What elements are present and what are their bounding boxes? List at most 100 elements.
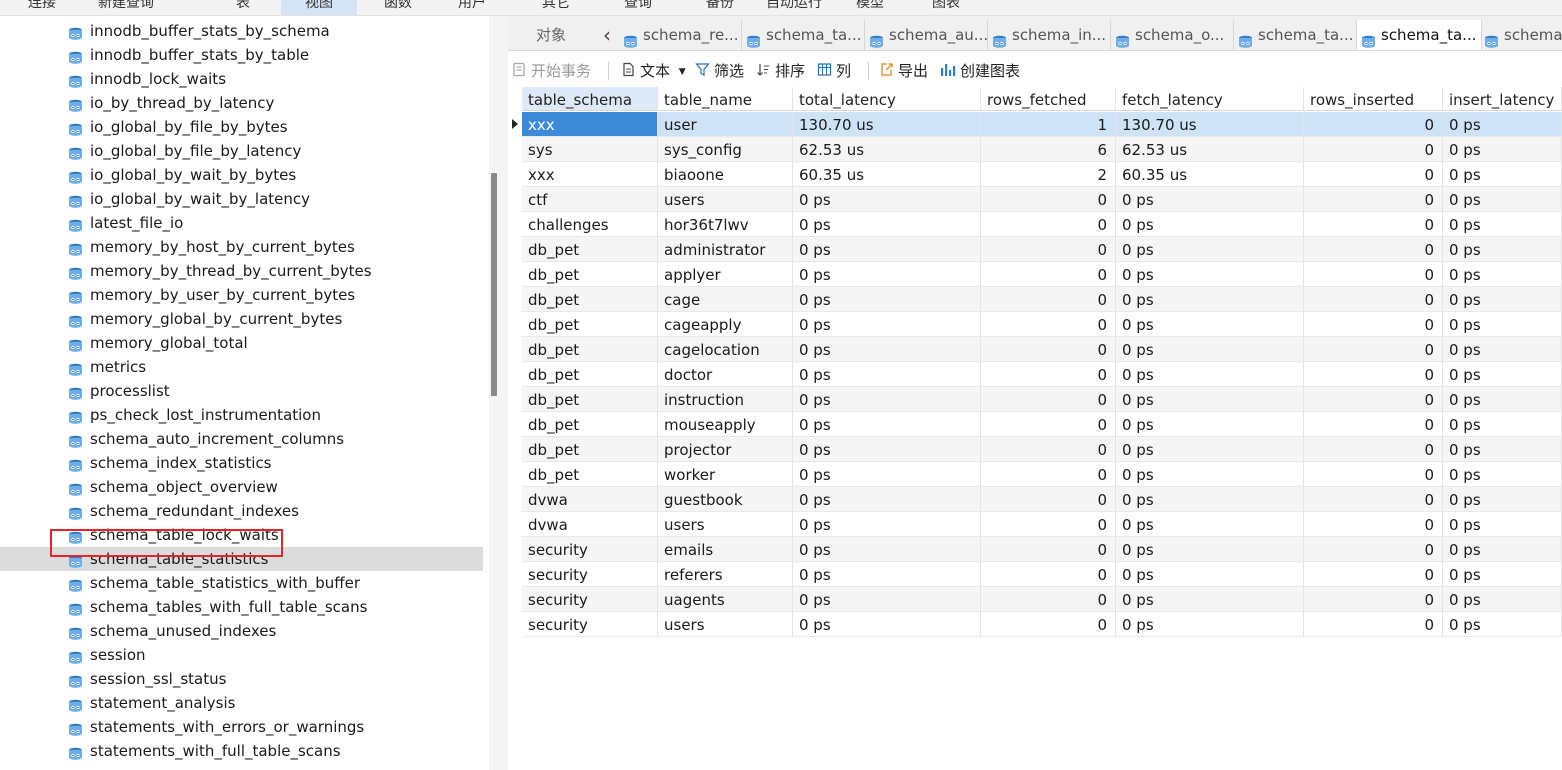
table-cell[interactable]: xxx	[522, 112, 658, 137]
column-header[interactable]: table_schema	[522, 87, 658, 111]
table-cell[interactable]: applyer	[658, 262, 793, 287]
table-cell[interactable]: 0 ps	[1116, 562, 1304, 587]
begin-transaction-button[interactable]: 开始事务	[512, 51, 591, 87]
menu-item[interactable]: 新建查询	[92, 0, 160, 15]
table-cell[interactable]: 2	[981, 162, 1116, 187]
table-cell[interactable]: 0 ps	[793, 612, 981, 637]
table-cell[interactable]: users	[658, 187, 793, 212]
table-cell[interactable]: 0	[981, 212, 1116, 237]
table-cell[interactable]: 0 ps	[1443, 287, 1562, 312]
table-cell[interactable]: 0 ps	[1116, 437, 1304, 462]
table-cell[interactable]: worker	[658, 462, 793, 487]
table-cell[interactable]: uagents	[658, 587, 793, 612]
table-cell[interactable]: 0	[981, 612, 1116, 637]
table-cell[interactable]: users	[658, 612, 793, 637]
column-header[interactable]: fetch_latency	[1116, 87, 1304, 111]
table-cell[interactable]: 60.35 us	[793, 162, 981, 187]
table-cell[interactable]: 0 ps	[1443, 462, 1562, 487]
tab-objects[interactable]: 对象	[508, 20, 594, 50]
table-cell[interactable]: 0 ps	[1443, 587, 1562, 612]
table-cell[interactable]: 0	[1304, 512, 1443, 537]
table-cell[interactable]: 0	[981, 337, 1116, 362]
table-cell[interactable]: db_pet	[522, 312, 658, 337]
table-cell[interactable]: 0	[981, 512, 1116, 537]
column-header[interactable]: table_name	[658, 87, 793, 111]
table-cell[interactable]: 0	[981, 412, 1116, 437]
menu-item[interactable]: 函数	[378, 0, 418, 15]
table-cell[interactable]: db_pet	[522, 412, 658, 437]
table-cell[interactable]: 0	[1304, 237, 1443, 262]
table-cell[interactable]: 62.53 us	[793, 137, 981, 162]
tree-item-view[interactable]: schema_redundant_indexes	[0, 499, 483, 523]
table-cell[interactable]: challenges	[522, 212, 658, 237]
table-cell[interactable]: doctor	[658, 362, 793, 387]
table-cell[interactable]: 0 ps	[1116, 612, 1304, 637]
table-cell[interactable]: 0 ps	[1443, 437, 1562, 462]
table-cell[interactable]: security	[522, 537, 658, 562]
menu-item[interactable]: 模型	[850, 0, 890, 15]
table-cell[interactable]: 0 ps	[1116, 537, 1304, 562]
column-header[interactable]: total_latency	[793, 87, 981, 111]
table-cell[interactable]: 0 ps	[1116, 512, 1304, 537]
table-cell[interactable]: 0 ps	[793, 212, 981, 237]
table-cell[interactable]: db_pet	[522, 362, 658, 387]
table-cell[interactable]: 0 ps	[1116, 462, 1304, 487]
table-cell[interactable]: 0 ps	[793, 337, 981, 362]
table-cell[interactable]: cageapply	[658, 312, 793, 337]
table-cell[interactable]: db_pet	[522, 287, 658, 312]
create-chart-button[interactable]: 创建图表	[940, 51, 1020, 87]
tree-item-view[interactable]: metrics	[0, 355, 483, 379]
table-cell[interactable]: 1	[981, 112, 1116, 137]
table-cell[interactable]: 0	[981, 487, 1116, 512]
table-cell[interactable]: 0 ps	[1443, 487, 1562, 512]
tree-item-view[interactable]: io_global_by_wait_by_bytes	[0, 163, 483, 187]
table-cell[interactable]: 0 ps	[1116, 212, 1304, 237]
table-cell[interactable]: 0 ps	[793, 312, 981, 337]
table-cell[interactable]: 0 ps	[793, 487, 981, 512]
table-cell[interactable]: 0 ps	[793, 437, 981, 462]
table-cell[interactable]: 0 ps	[1116, 412, 1304, 437]
tree-item-view[interactable]: schema_auto_increment_columns	[0, 427, 483, 451]
table-cell[interactable]: 0	[981, 362, 1116, 387]
table-cell[interactable]: 0 ps	[793, 262, 981, 287]
table-cell[interactable]: 0 ps	[1116, 362, 1304, 387]
table-cell[interactable]: 0	[981, 237, 1116, 262]
table-cell[interactable]: 0 ps	[793, 562, 981, 587]
table-cell[interactable]: user	[658, 112, 793, 137]
tree-item-view[interactable]: schema_table_statistics_with_buffer	[0, 571, 483, 595]
columns-button[interactable]: 列	[817, 51, 851, 87]
tree-item-view[interactable]: statements_with_errors_or_warnings	[0, 715, 483, 739]
tree-item-view[interactable]: schema_object_overview	[0, 475, 483, 499]
table-cell[interactable]: 0	[981, 312, 1116, 337]
tab-query-view[interactable]: schema	[1480, 20, 1562, 50]
table-cell[interactable]: 0	[1304, 162, 1443, 187]
table-cell[interactable]: 0 ps	[793, 412, 981, 437]
table-cell[interactable]: 0	[981, 537, 1116, 562]
column-header[interactable]: rows_fetched	[981, 87, 1116, 111]
table-cell[interactable]: 0 ps	[1443, 337, 1562, 362]
table-cell[interactable]: security	[522, 612, 658, 637]
table-cell[interactable]: 0 ps	[1443, 537, 1562, 562]
table-cell[interactable]: 0	[1304, 387, 1443, 412]
export-button[interactable]: 导出	[879, 51, 928, 87]
table-cell[interactable]: 0 ps	[1116, 312, 1304, 337]
table-cell[interactable]: 0	[1304, 262, 1443, 287]
tree-item-view[interactable]: innodb_buffer_stats_by_schema	[0, 19, 483, 43]
table-cell[interactable]: 0 ps	[1443, 412, 1562, 437]
table-cell[interactable]: xxx	[522, 162, 658, 187]
table-cell[interactable]: 130.70 us	[793, 112, 981, 137]
tree-item-view[interactable]: io_global_by_file_by_latency	[0, 139, 483, 163]
table-cell[interactable]: 0	[1304, 187, 1443, 212]
table-cell[interactable]: 0 ps	[1443, 187, 1562, 212]
tab-query-view[interactable]: schema_re...	[619, 20, 742, 50]
table-cell[interactable]: db_pet	[522, 437, 658, 462]
table-cell[interactable]: cage	[658, 287, 793, 312]
tree-item-view[interactable]: memory_global_by_current_bytes	[0, 307, 483, 331]
table-cell[interactable]: 0 ps	[1443, 262, 1562, 287]
table-cell[interactable]: guestbook	[658, 487, 793, 512]
tree-item-view[interactable]: io_global_by_wait_by_latency	[0, 187, 483, 211]
table-cell[interactable]: 0 ps	[1116, 587, 1304, 612]
table-cell[interactable]: 0 ps	[1116, 337, 1304, 362]
filter-button[interactable]: 筛选	[695, 51, 744, 87]
tree-item-view[interactable]: io_global_by_file_by_bytes	[0, 115, 483, 139]
